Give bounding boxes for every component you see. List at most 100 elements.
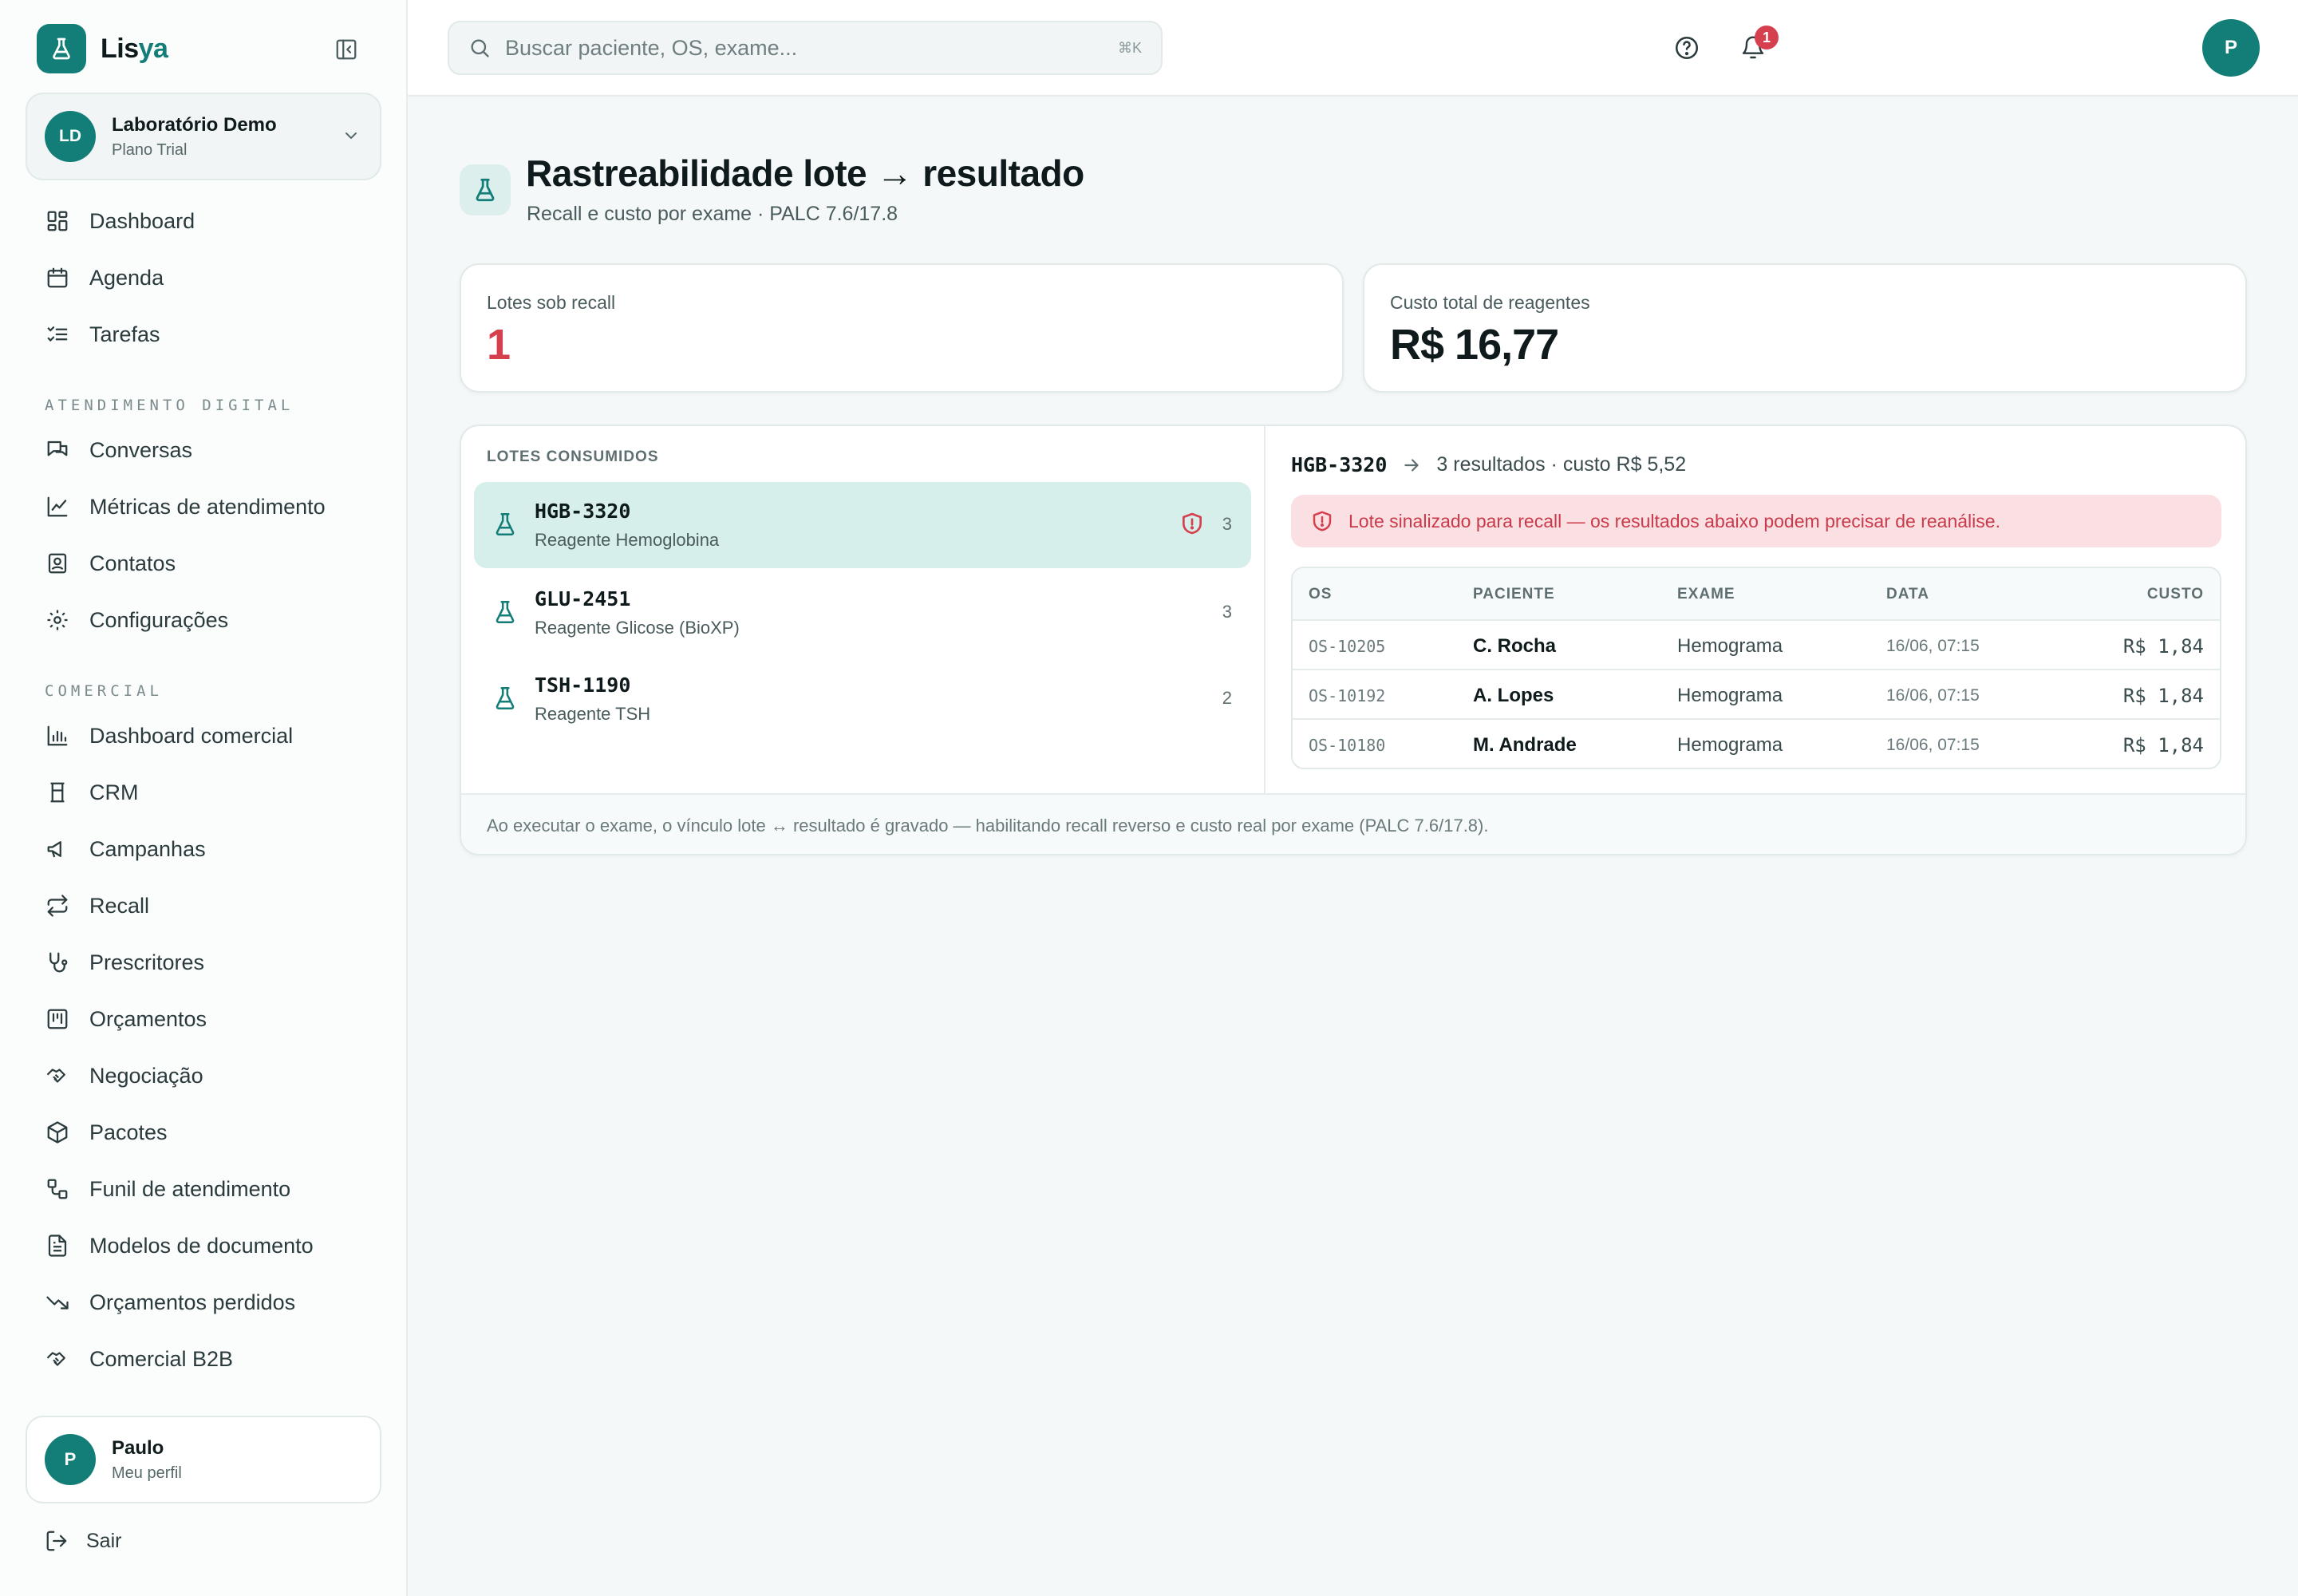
kpi-recall-label: Lotes sob recall	[487, 292, 616, 313]
stethoscope-icon	[45, 950, 70, 975]
sidebar-item-configuracoes[interactable]: Configurações	[26, 595, 381, 645]
cell-data: 16/06, 07:15	[1886, 637, 1980, 655]
sidebar-item-agenda[interactable]: Agenda	[26, 253, 381, 302]
table-row[interactable]: OS-10192 A. Lopes Hemograma 16/06, 07:15…	[1293, 669, 2220, 718]
lot-name: Reagente TSH	[535, 704, 651, 724]
sidebar-item-contatos[interactable]: Contatos	[26, 539, 381, 588]
sidebar-item-pacotes[interactable]: Pacotes	[26, 1108, 381, 1157]
flask-logo-icon	[37, 24, 86, 73]
table-row[interactable]: OS-10205 C. Rocha Hemograma 16/06, 07:15…	[1293, 619, 2220, 669]
topbar: ⌘K 1 P	[408, 0, 2298, 97]
sidebar-item-dashboard[interactable]: Dashboard	[26, 196, 381, 246]
line-chart-icon	[45, 494, 70, 519]
cell-paciente: C. Rocha	[1473, 635, 1557, 657]
cell-paciente: M. Andrade	[1473, 734, 1577, 756]
sidebar-item-prescritores[interactable]: Prescritores	[26, 938, 381, 987]
lot-item-tsh-1190[interactable]: TSH-1190 Reagente TSH 2	[474, 656, 1251, 742]
org-plan: Plano Trial	[112, 140, 188, 159]
kpi-recall-value: 1	[487, 321, 511, 369]
sidebar: Lisya LD Laboratório Demo Plano Trial Da…	[0, 0, 408, 1596]
cell-exame: Hemograma	[1677, 734, 1783, 756]
results-table: OS PACIENTE EXAME DATA CUSTO OS-10205 C.…	[1291, 567, 2221, 769]
cell-data: 16/06, 07:15	[1886, 686, 1980, 705]
contacts-icon	[45, 551, 70, 576]
page-subtitle: Recall e custo por exame · PALC 7.6/17.8	[527, 203, 898, 225]
table-row[interactable]: OS-10180 M. Andrade Hemograma 16/06, 07:…	[1293, 718, 2220, 768]
gear-icon	[45, 607, 70, 633]
cell-os: OS-10192	[1309, 686, 1386, 705]
notification-badge: 1	[1755, 26, 1779, 49]
chevron-down-icon	[342, 126, 361, 145]
chat-icon	[45, 437, 70, 463]
trending-down-icon	[45, 1290, 70, 1315]
column-os: OS	[1309, 586, 1333, 602]
sidebar-item-recall[interactable]: Recall	[26, 881, 381, 930]
column-exame: EXAME	[1677, 586, 1735, 602]
logout-button[interactable]: Sair	[45, 1529, 121, 1553]
lot-count: 3	[1222, 602, 1232, 622]
panel-footer: Ao executar o exame, o vínculo lote ↔ re…	[461, 793, 2245, 854]
package-icon	[45, 1120, 70, 1145]
brand[interactable]: Lisya	[37, 24, 168, 73]
logout-icon	[45, 1529, 69, 1553]
sidebar-item-conversas[interactable]: Conversas	[26, 425, 381, 475]
cell-os: OS-10205	[1309, 637, 1386, 656]
sidebar-item-dashboard-comercial[interactable]: Dashboard comercial	[26, 711, 381, 760]
lot-item-glu-2451[interactable]: GLU-2451 Reagente Glicose (BioXP) 3	[474, 570, 1251, 656]
sidebar-item-funil[interactable]: Funil de atendimento	[26, 1164, 381, 1214]
dashboard-icon	[45, 208, 70, 234]
profile-link: Meu perfil	[112, 1464, 182, 1482]
sidebar-item-crm[interactable]: CRM	[26, 768, 381, 817]
help-icon[interactable]	[1669, 30, 1704, 65]
sidebar-item-comercial-b2b[interactable]: Comercial B2B	[26, 1334, 381, 1384]
search-box[interactable]: ⌘K	[448, 21, 1163, 75]
lots-list-title: LOTES CONSUMIDOS	[487, 448, 659, 465]
recall-alert: Lote sinalizado para recall — os resulta…	[1291, 495, 2221, 547]
recall-alert-text: Lote sinalizado para recall — os resulta…	[1348, 510, 2000, 531]
kanban-icon	[45, 1006, 70, 1032]
sidebar-item-orcamentos[interactable]: Orçamentos	[26, 994, 381, 1044]
repeat-icon	[45, 893, 70, 918]
avatar: P	[45, 1434, 96, 1485]
flask-icon	[492, 511, 519, 538]
handshake-icon	[45, 1063, 70, 1088]
user-avatar[interactable]: P	[2202, 19, 2260, 77]
lot-code: HGB-3320	[535, 500, 631, 523]
column-paciente: PACIENTE	[1473, 586, 1555, 602]
search-input[interactable]	[505, 35, 1064, 61]
sidebar-item-campanhas[interactable]: Campanhas	[26, 824, 381, 874]
brand-name: Lisya	[101, 33, 168, 64]
handshake-icon	[45, 1346, 70, 1372]
shield-alert-icon	[1179, 511, 1205, 536]
cell-custo: R$ 1,84	[2122, 734, 2204, 757]
sidebar-item-metricas[interactable]: Métricas de atendimento	[26, 482, 381, 531]
sidebar-item-negociacao[interactable]: Negociação	[26, 1051, 381, 1100]
sidebar-item-orcamentos-perdidos[interactable]: Orçamentos perdidos	[26, 1278, 381, 1327]
cell-paciente: A. Lopes	[1473, 685, 1554, 706]
footer-note: Ao executar o exame, o vínculo lote ↔ re…	[487, 816, 1489, 836]
profile-card[interactable]: P Paulo Meu perfil	[26, 1416, 381, 1503]
org-avatar: LD	[45, 111, 96, 162]
cell-exame: Hemograma	[1677, 635, 1783, 657]
org-switcher[interactable]: LD Laboratório Demo Plano Trial	[26, 93, 381, 180]
kpi-recall-card: Lotes sob recall 1	[460, 263, 1344, 393]
cell-custo: R$ 1,84	[2122, 685, 2204, 707]
sidebar-item-tarefas[interactable]: Tarefas	[26, 310, 381, 359]
megaphone-icon	[45, 836, 70, 862]
lot-name: Reagente Hemoglobina	[535, 530, 720, 550]
detail-header: HGB-3320 3 resultados · custo R$ 5,52	[1291, 453, 1686, 476]
collapse-sidebar-icon[interactable]	[332, 35, 361, 64]
calendar-icon	[45, 265, 70, 290]
cell-data: 16/06, 07:15	[1886, 736, 1980, 754]
workflow-icon	[45, 1176, 70, 1202]
column-data: DATA	[1886, 586, 1929, 602]
lot-item-hgb-3320[interactable]: HGB-3320 Reagente Hemoglobina 3	[474, 482, 1251, 568]
flask-icon	[492, 685, 519, 712]
kpi-cost-card: Custo total de reagentes R$ 16,77	[1363, 263, 2247, 393]
profile-name: Paulo	[112, 1436, 164, 1459]
flask-icon	[492, 598, 519, 626]
bar-chart-icon	[45, 723, 70, 749]
sidebar-item-modelos-documento[interactable]: Modelos de documento	[26, 1221, 381, 1270]
search-shortcut: ⌘K	[1117, 40, 1142, 56]
lot-code: GLU-2451	[535, 587, 631, 610]
